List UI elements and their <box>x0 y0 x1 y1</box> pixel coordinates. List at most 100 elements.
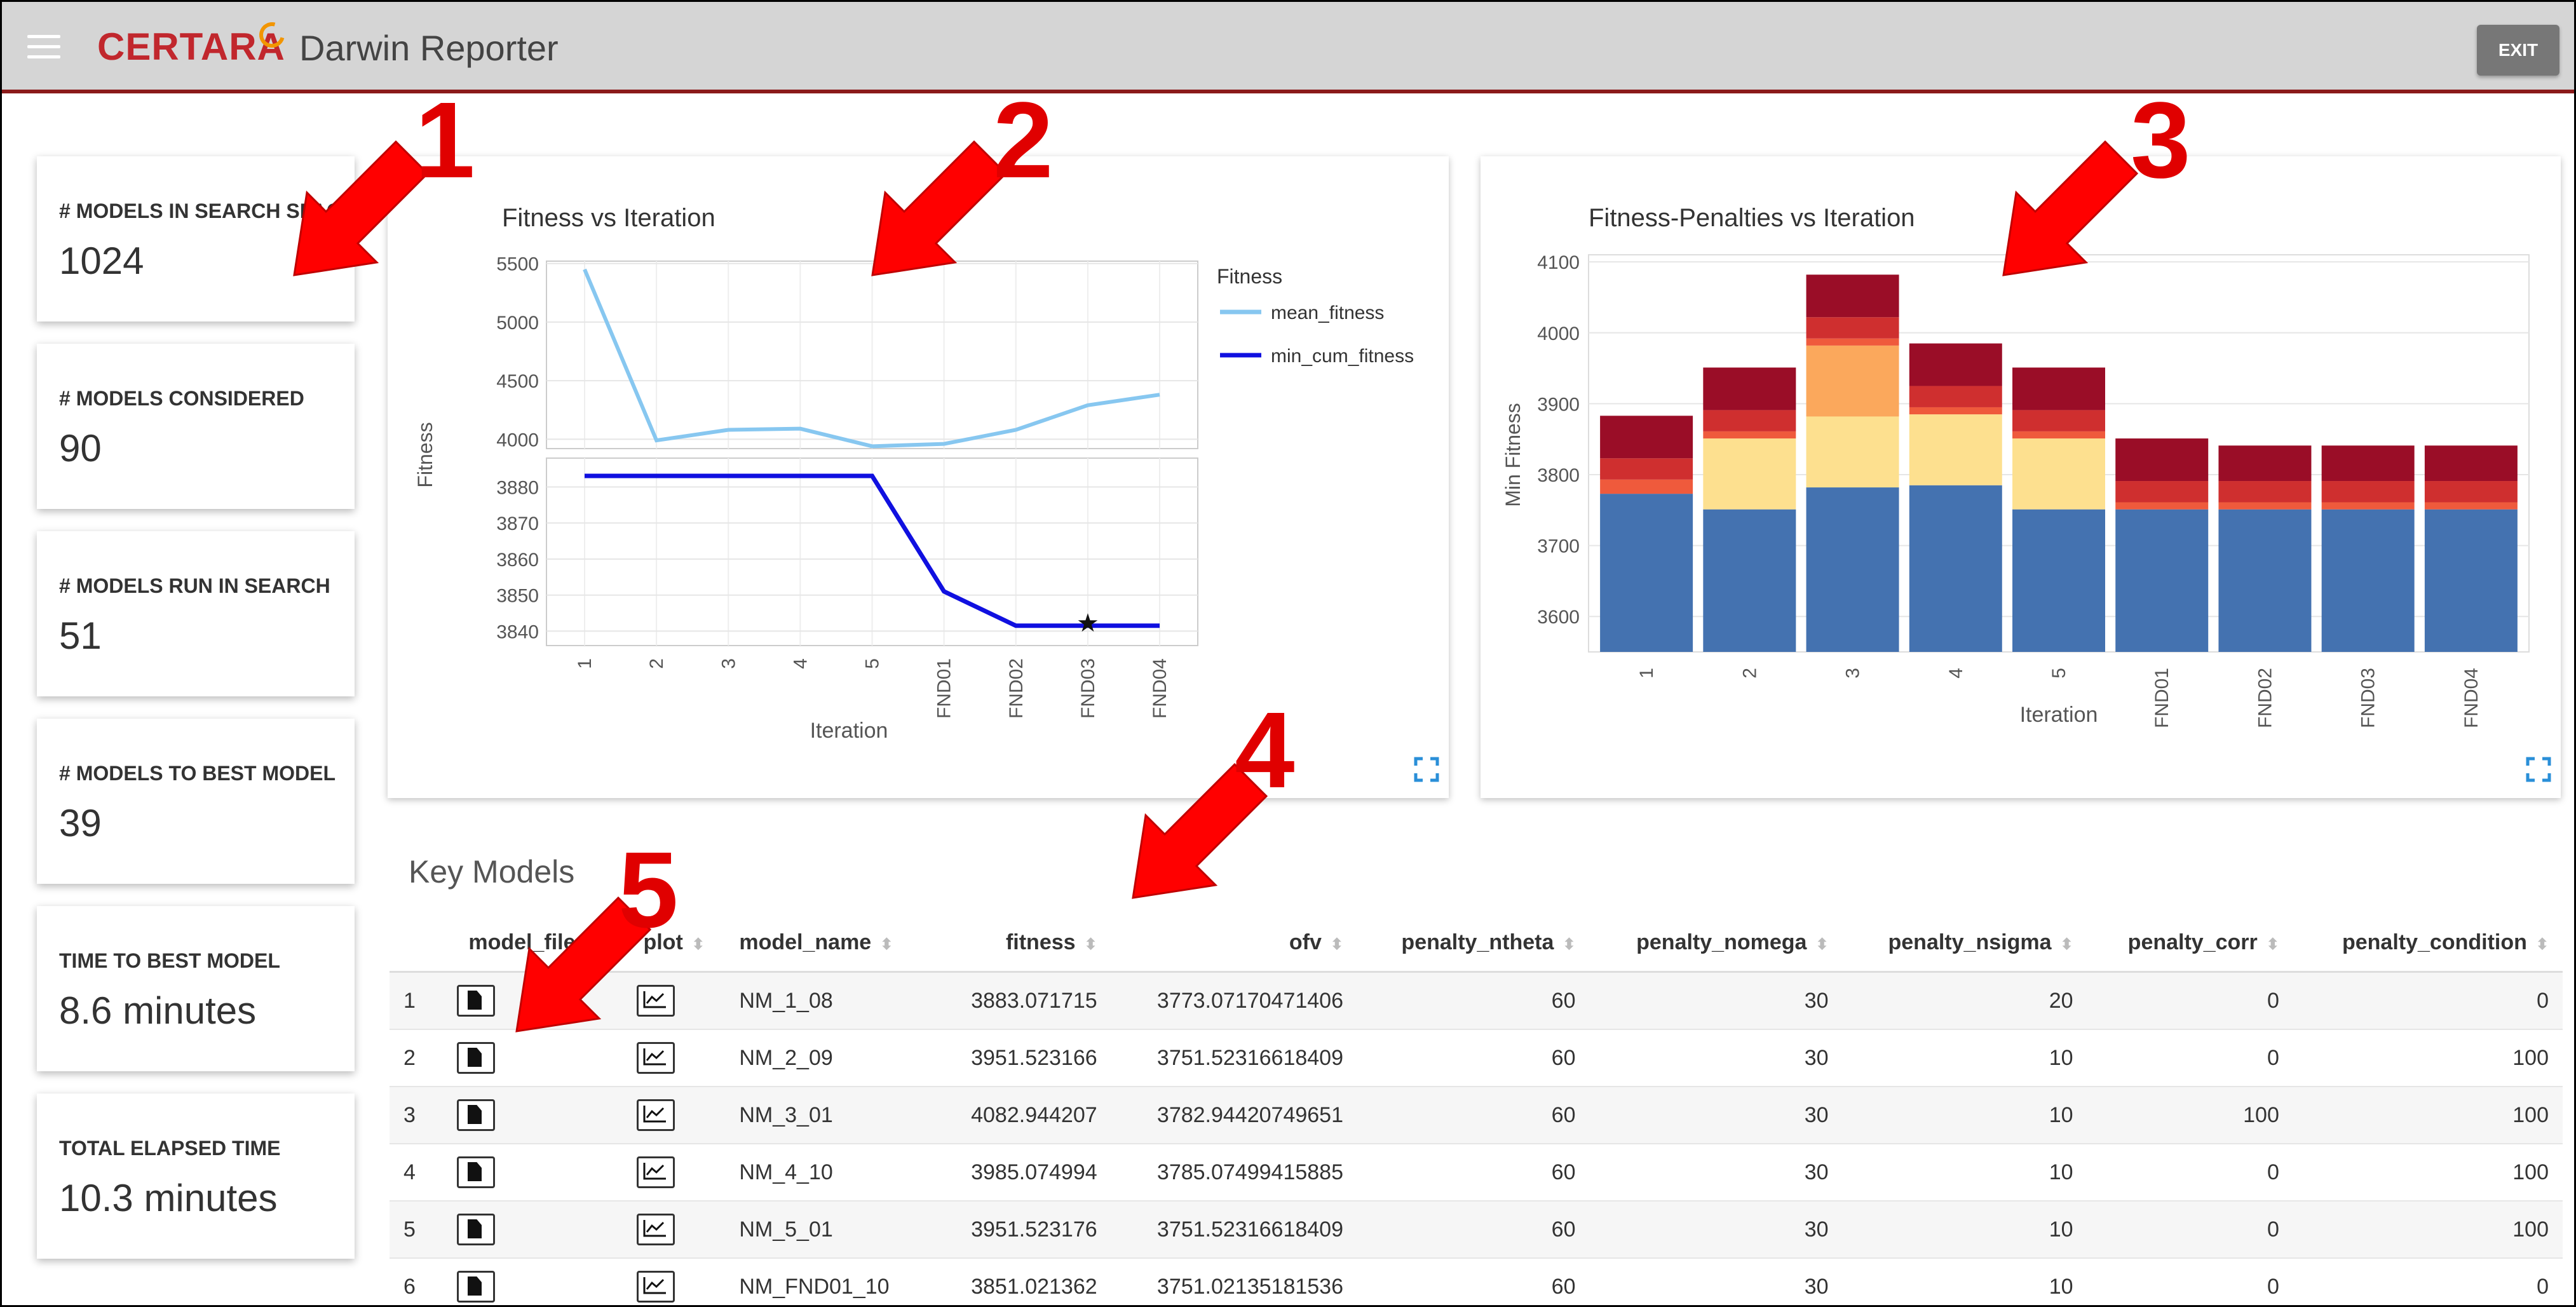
column-label: ofv <box>1289 930 1322 954</box>
column-header-penalty-condition[interactable]: penalty_condition ⬍ <box>2293 914 2563 973</box>
table-row: 3 NM_3_01 4082.944207 3782.94420749651 60 30 1… <box>390 1087 2563 1144</box>
bar-segment <box>2115 502 2209 510</box>
cell-fitness: 3985.074994 <box>933 1144 1111 1202</box>
file-icon[interactable] <box>457 1156 495 1188</box>
x-tick-label-group: 4 <box>790 658 811 669</box>
y-tick-label: 3860 <box>496 550 539 571</box>
legend-title: Fitness <box>1217 265 1282 288</box>
x-tick-label: FND03 <box>2358 668 2379 728</box>
x-tick-label-group: FND04 <box>1149 658 1170 719</box>
cell-penalty-nsigma: 10 <box>1842 1144 2087 1202</box>
sort-icon[interactable]: ⬍ <box>2060 936 2073 953</box>
bar-segment <box>1909 386 2002 407</box>
column-header-penalty-nsigma[interactable]: penalty_nsigma ⬍ <box>1842 914 2087 973</box>
bar-segment <box>1806 338 1899 346</box>
row-index: 2 <box>390 1029 443 1087</box>
file-icon[interactable] <box>457 1042 495 1074</box>
x-tick-label: FND02 <box>2254 668 2275 728</box>
plot-icon[interactable] <box>637 1271 675 1303</box>
row-index: 1 <box>390 972 443 1030</box>
column-header-penalty-corr[interactable]: penalty_corr ⬍ <box>2087 914 2293 973</box>
y-tick-label: 4000 <box>1537 323 1580 344</box>
cell-model-name: NM_4_10 <box>725 1144 934 1202</box>
cell-ofv: 3782.94420749651 <box>1111 1087 1357 1144</box>
x-tick-label-group: FND01 <box>2152 668 2173 728</box>
y-tick-label: 3900 <box>1537 394 1580 415</box>
annotation-number-5: 5 <box>618 830 679 951</box>
document-glyph <box>468 1048 482 1067</box>
expand-icon[interactable] <box>2526 757 2551 782</box>
bar-segment <box>2218 481 2312 503</box>
x-tick-label: 4 <box>1946 668 1967 679</box>
sort-icon[interactable]: ⬍ <box>1085 936 1097 953</box>
row-index: 5 <box>390 1201 443 1259</box>
chart-title: Fitness vs Iteration <box>502 204 715 232</box>
file-icon[interactable] <box>457 1099 495 1131</box>
column-label: model_name <box>739 930 872 954</box>
exit-button[interactable]: EXIT <box>2477 25 2559 76</box>
sort-icon[interactable]: ⬍ <box>1815 936 1828 953</box>
legend-entry: mean_fitness <box>1271 302 1384 323</box>
file-icon[interactable] <box>457 1214 495 1245</box>
stat-value: 51 <box>59 614 102 657</box>
plot-cell <box>623 1144 726 1202</box>
sort-icon[interactable]: ⬍ <box>2267 936 2279 953</box>
column-header-fitness[interactable]: fitness ⬍ <box>933 914 1111 973</box>
x-tick-label: FND03 <box>1078 658 1099 719</box>
y-tick-label: 4000 <box>496 430 539 450</box>
x-tick-label: FND01 <box>934 658 955 719</box>
plot-icon[interactable] <box>637 1214 675 1245</box>
stat-card-run-in-search: # MODELS RUN IN SEARCH 51 <box>37 531 355 696</box>
bar-segment <box>1806 274 1899 318</box>
y-tick-label: 3870 <box>496 513 539 534</box>
column-header-ofv[interactable]: ofv ⬍ <box>1111 914 1357 973</box>
column-header-penalty-ntheta[interactable]: penalty_ntheta ⬍ <box>1357 914 1590 973</box>
table-row: 2 NM_2_09 3951.523166 3751.52316618409 60 30 1… <box>390 1029 2563 1087</box>
model-file-cell <box>443 1258 623 1305</box>
cell-fitness: 3851.021362 <box>933 1258 1111 1305</box>
file-icon[interactable] <box>457 1271 495 1303</box>
cell-penalty-ntheta: 60 <box>1357 1029 1590 1087</box>
plot-icon[interactable] <box>637 1156 675 1188</box>
file-icon[interactable] <box>457 985 495 1017</box>
y-tick-label: 3700 <box>1537 536 1580 557</box>
column-header-penalty-nomega[interactable]: penalty_nomega ⬍ <box>1589 914 1843 973</box>
column-header-model-name[interactable]: model_name ⬍ <box>725 914 934 973</box>
cell-penalty-condition: 100 <box>2293 1029 2563 1087</box>
sort-icon[interactable]: ⬍ <box>1563 936 1575 953</box>
sort-icon[interactable]: ⬍ <box>1331 936 1343 953</box>
stat-value: 90 <box>59 427 102 470</box>
x-tick-label: 3 <box>718 658 739 669</box>
cell-fitness: 3951.523166 <box>933 1029 1111 1087</box>
sort-icon[interactable]: ⬍ <box>2536 936 2549 953</box>
cell-ofv: 3773.07170471406 <box>1111 972 1357 1030</box>
plot-icon[interactable] <box>637 1099 675 1131</box>
x-tick-label-group: FND03 <box>1078 658 1099 719</box>
annotation-arrow-3 <box>2002 140 2139 276</box>
bar-segment <box>1703 509 1796 652</box>
sort-icon[interactable]: ⬍ <box>880 936 893 953</box>
bar-segment <box>2424 481 2518 503</box>
cell-penalty-corr: 0 <box>2087 1258 2293 1305</box>
plot-icon[interactable] <box>637 1042 675 1074</box>
hamburger-menu-icon[interactable] <box>27 35 60 58</box>
bar-segment <box>1806 317 1899 339</box>
row-index: 6 <box>390 1258 443 1305</box>
bar-segment <box>2424 509 2518 652</box>
cell-penalty-nsigma: 10 <box>1842 1201 2087 1259</box>
bar-segment <box>2012 410 2105 431</box>
x-tick-label: FND01 <box>2152 668 2173 728</box>
expand-icon[interactable] <box>1414 757 1439 782</box>
cell-penalty-ntheta: 60 <box>1357 1201 1590 1259</box>
y-tick-label: 4100 <box>1537 252 1580 273</box>
bar-segment <box>2424 502 2518 510</box>
cell-penalty-corr: 0 <box>2087 972 2293 1030</box>
cell-penalty-nsigma: 10 <box>1842 1258 2087 1305</box>
sort-icon[interactable]: ⬍ <box>692 936 705 953</box>
x-tick-label-group: 2 <box>1739 668 1760 679</box>
bar-segment <box>2321 445 2415 482</box>
y-tick-label: 3600 <box>1537 607 1580 628</box>
annotation-number-1: 1 <box>415 80 475 201</box>
x-tick-label: 2 <box>1739 668 1760 679</box>
plot-cell <box>623 1029 726 1087</box>
